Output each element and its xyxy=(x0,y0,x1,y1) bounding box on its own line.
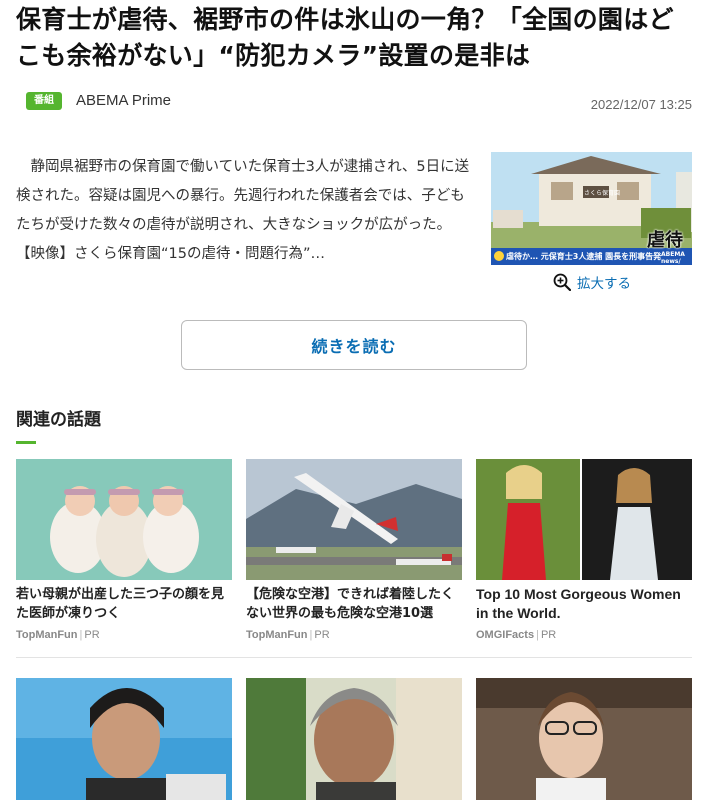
thumbnail-caption-bar: 虐待か… 元保育士3人逮捕 園長を刑事告発 xyxy=(506,252,662,261)
card-image-man-face xyxy=(246,678,462,800)
related-card-image[interactable] xyxy=(16,678,232,800)
cards-divider xyxy=(16,657,692,658)
section-accent-bar xyxy=(16,441,36,444)
card-image-triplets xyxy=(16,459,232,580)
article-summary: 静岡県裾野市の保育園で働いていた保育士3人が逮捕され、5日に送検された。容疑は園… xyxy=(16,153,471,269)
magnifier-plus-icon xyxy=(553,273,571,291)
card-image-airplane xyxy=(246,459,462,580)
article-headline: 保育士が虐待、裾野市の件は氷山の一角？「全国の園はどこも余裕がない」“防犯カメラ… xyxy=(16,5,674,70)
card-image-woman-glasses xyxy=(476,678,692,800)
read-more-button[interactable]: 続きを読む xyxy=(181,320,527,370)
article-thumbnail[interactable]: さくら保育園 虐待 虐待か… 元保育士3人逮捕 園長を刑事告発 ABEMA ne… xyxy=(491,152,692,265)
related-card[interactable]: 若い母親が出産した三つ子の顔を見た医師が凍りつく TopManFun | PR xyxy=(16,459,232,641)
related-section-title: 関連の話題 xyxy=(16,410,101,430)
card-image-man-portrait xyxy=(16,678,232,800)
related-card[interactable]: Top 10 Most Gorgeous Women in the World.… xyxy=(476,459,692,641)
program-badge: 番組 xyxy=(26,92,62,110)
card-title: Top 10 Most Gorgeous Women in the World. xyxy=(476,586,681,621)
related-card[interactable]: 【危険な空港】できれば着陸したくない世界の最も危険な空港10選 TopManFu… xyxy=(246,459,462,641)
card-title: 【危険な空港】できれば着陸したくない世界の最も危険な空港10選 xyxy=(246,587,455,621)
card-sponsor: TopManFun | PR xyxy=(246,629,330,641)
publish-date: 2022/12/07 13:25 xyxy=(590,97,692,112)
thumbnail-sign: さくら保育園 xyxy=(584,190,621,197)
card-sponsor: OMGIFacts | PR xyxy=(476,629,557,641)
card-title: 若い母親が出産した三つ子の顔を見た医師が凍りつく xyxy=(16,587,225,621)
video-link[interactable]: 【映像】さくら保育園“15の虐待・問題行為”… xyxy=(16,240,471,269)
article-meta: 番組 ABEMA Prime 2022/12/07 13:25 xyxy=(26,90,692,114)
related-card-image[interactable] xyxy=(246,678,462,800)
thumbnail-caption-big: 虐待 xyxy=(647,230,683,251)
related-card-image[interactable] xyxy=(476,678,692,800)
thumbnail-logo: ABEMA news/ xyxy=(661,251,685,265)
zoom-button[interactable]: 拡大する xyxy=(553,272,631,292)
card-sponsor: TopManFun | PR xyxy=(16,629,100,641)
zoom-label: 拡大する xyxy=(577,276,631,292)
summary-paragraph: 静岡県裾野市の保育園で働いていた保育士3人が逮捕され、5日に送検された。容疑は園… xyxy=(16,159,470,233)
card-image-women xyxy=(476,459,692,580)
source-name[interactable]: ABEMA Prime xyxy=(76,92,171,109)
